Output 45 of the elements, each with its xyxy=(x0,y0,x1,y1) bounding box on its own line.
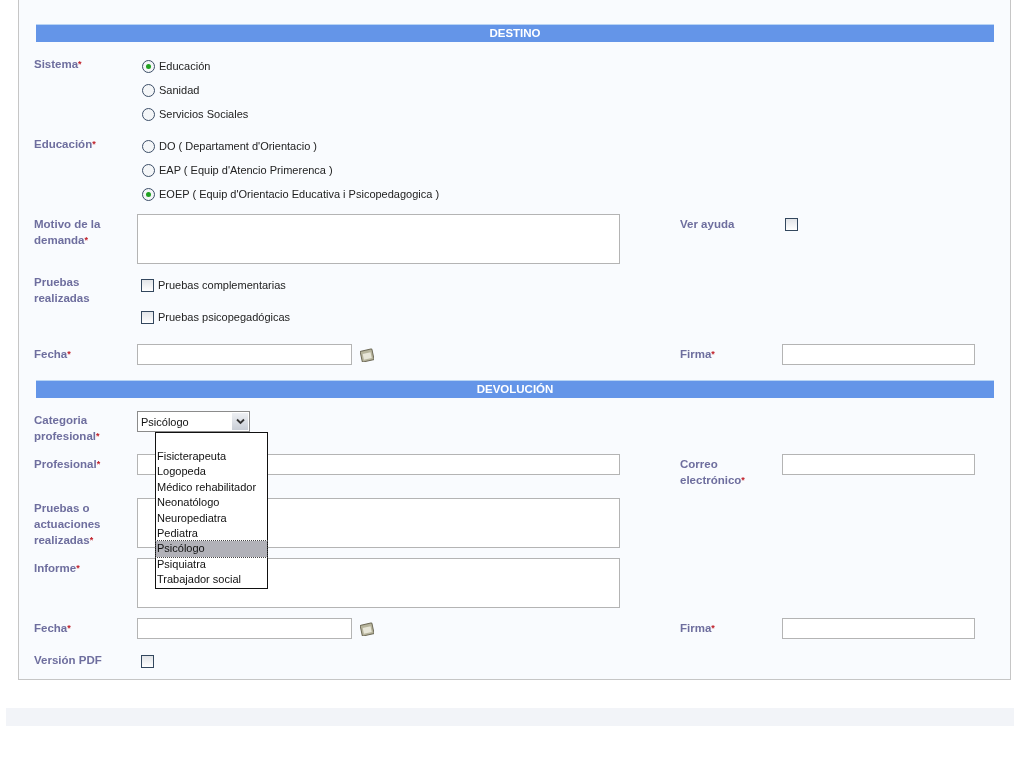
text-field[interactable] xyxy=(782,344,975,365)
checkbox-label: Pruebas psicopegadógicas xyxy=(158,311,291,323)
field-label: Pruebas realizadas xyxy=(34,275,91,306)
field-label: Motivo de la demanda* xyxy=(34,217,102,248)
dropdown-select[interactable]: Psicólogo xyxy=(137,411,250,432)
field-label: Informe* xyxy=(34,561,81,576)
field-label: Firma* xyxy=(680,621,716,636)
chevron-down-icon xyxy=(235,418,245,425)
checkbox[interactable] xyxy=(141,278,154,292)
radio-label: Servicios Sociales xyxy=(159,108,249,120)
dropdown-option[interactable]: Psicólogo xyxy=(156,541,267,557)
radio-button[interactable] xyxy=(142,107,155,121)
radio-label: EAP ( Equip d'Atencio Primerenca ) xyxy=(159,164,333,176)
field-label: Correo electrónico* xyxy=(680,457,746,488)
field-label: Versión PDF xyxy=(34,653,103,668)
field-label: Educación* xyxy=(34,137,97,152)
text-field[interactable] xyxy=(782,618,975,639)
checkbox-label: Pruebas complementarias xyxy=(158,279,286,291)
date-field[interactable] xyxy=(137,618,352,639)
radio-label: EOEP ( Equip d'Orientacio Educativa i Psicopedagogica ) xyxy=(159,188,440,200)
field-label: Sistema* xyxy=(34,57,83,72)
checkbox[interactable] xyxy=(141,310,154,324)
calendar-icon[interactable] xyxy=(360,621,374,636)
checkbox[interactable] xyxy=(141,654,154,668)
radio-label: DO ( Departament d'Orientacio ) xyxy=(159,140,317,152)
field-label: Categoria profesional* xyxy=(34,413,101,444)
field-label: Firma* xyxy=(680,347,716,362)
radio-button[interactable] xyxy=(142,59,155,73)
field-label: Pruebas o actuaciones realizadas* xyxy=(34,501,102,548)
text-field[interactable] xyxy=(782,454,975,475)
radio-label: Educación xyxy=(159,60,211,72)
section-header: DESTINO xyxy=(36,24,994,42)
radio-label: Sanidad xyxy=(159,84,200,96)
date-field[interactable] xyxy=(137,344,352,365)
field-label: Fecha* xyxy=(34,621,72,636)
checkbox[interactable] xyxy=(785,218,798,231)
field-label: Fecha* xyxy=(34,347,72,362)
radio-button[interactable] xyxy=(142,163,155,177)
field-label: Ver ayuda xyxy=(680,217,736,232)
radio-button[interactable] xyxy=(142,187,155,201)
radio-button[interactable] xyxy=(142,139,155,153)
section-header: DEVOLUCIÓN xyxy=(36,380,994,398)
radio-button[interactable] xyxy=(142,83,155,97)
field-label: Profesional* xyxy=(34,457,102,472)
calendar-icon[interactable] xyxy=(360,347,374,362)
